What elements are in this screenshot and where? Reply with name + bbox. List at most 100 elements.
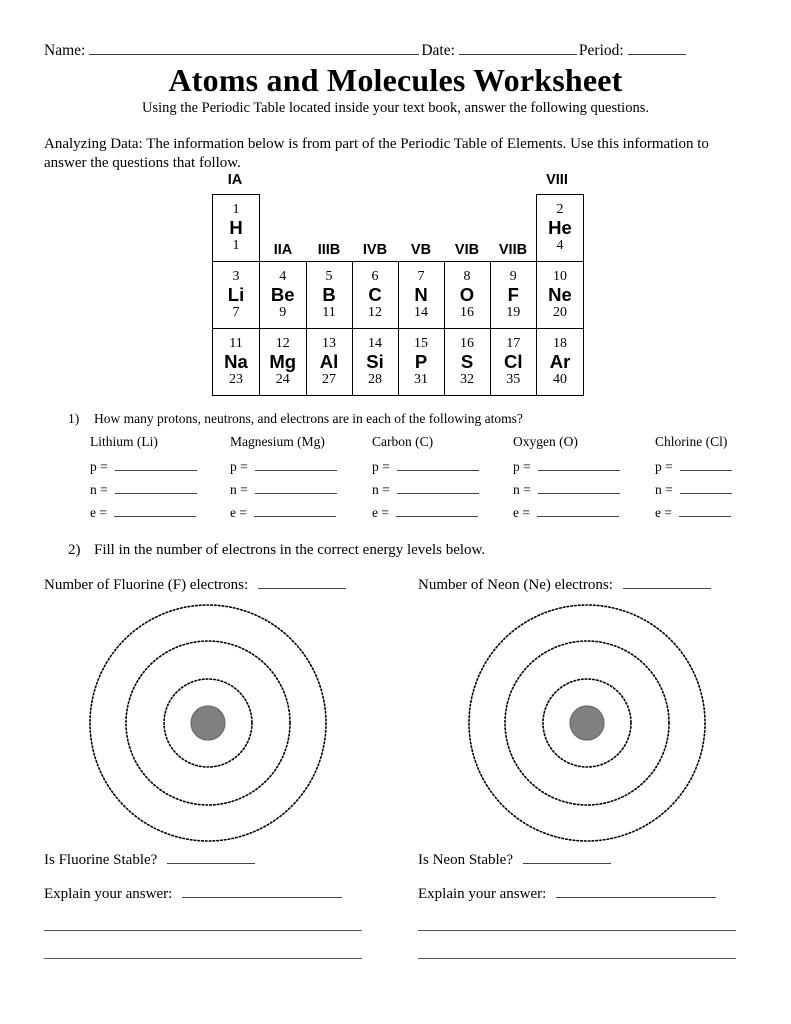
name-blank[interactable] bbox=[89, 54, 420, 55]
atomic-mass: 20 bbox=[553, 304, 567, 320]
protons-row: p = bbox=[90, 459, 198, 475]
atomic-mass: 16 bbox=[460, 304, 474, 320]
atomic-mass: 32 bbox=[460, 371, 474, 387]
protons-blank[interactable] bbox=[680, 470, 733, 471]
neon-stable-blank[interactable] bbox=[522, 863, 611, 864]
atomic-number: 5 bbox=[325, 269, 333, 285]
atomic-number: 7 bbox=[417, 269, 425, 285]
date-blank[interactable] bbox=[458, 54, 577, 55]
answer-column-magnesium: Magnesium (Mg) p = n = e = bbox=[230, 434, 338, 528]
element-cell-c[interactable]: 6 C 12 bbox=[351, 261, 399, 329]
element-cell-f[interactable]: 9 F 19 bbox=[489, 261, 537, 329]
atomic-number: 15 bbox=[414, 336, 428, 352]
electrons-blank[interactable] bbox=[254, 516, 337, 517]
electrons-row: e = bbox=[372, 505, 479, 521]
element-symbol: Ar bbox=[549, 351, 571, 373]
element-symbol: N bbox=[414, 284, 428, 306]
element-cell-na[interactable]: 11 Na 23 bbox=[212, 328, 260, 396]
neutrons-blank[interactable] bbox=[538, 493, 621, 494]
element-symbol: C bbox=[368, 284, 382, 306]
protons-row: p = bbox=[655, 459, 733, 475]
answer-column-lithium: Lithium (Li) p = n = e = bbox=[90, 434, 198, 528]
periodic-table-section: IA VIII 1 H 1 IIA IIIB IVB VB VIB VIIB 2… bbox=[212, 172, 584, 408]
atom-shells-icon bbox=[89, 604, 327, 842]
element-cell-cl[interactable]: 17 Cl 35 bbox=[489, 328, 537, 396]
neutrons-label: n = bbox=[513, 482, 531, 497]
element-symbol: Si bbox=[366, 351, 384, 373]
element-cell-o[interactable]: 8 O 16 bbox=[443, 261, 491, 329]
atomic-mass: 40 bbox=[553, 371, 567, 387]
answer-column-oxygen: Oxygen (O) p = n = e = bbox=[513, 434, 621, 528]
element-cell-be[interactable]: 4 Be 9 bbox=[259, 261, 307, 329]
neutrons-blank[interactable] bbox=[680, 493, 733, 494]
group-label-vb: VB bbox=[410, 242, 432, 258]
atomic-number: 6 bbox=[371, 269, 379, 285]
electrons-blank[interactable] bbox=[396, 516, 479, 517]
fluorine-electron-count-line: Number of Fluorine (F) electrons: bbox=[44, 577, 346, 594]
neon-answer-line-3[interactable] bbox=[418, 958, 736, 959]
element-cell-s[interactable]: 16 S 32 bbox=[443, 328, 491, 396]
neutrons-blank[interactable] bbox=[255, 493, 338, 494]
neutrons-row: n = bbox=[372, 482, 480, 498]
period-blank[interactable] bbox=[627, 54, 686, 55]
atomic-number: 4 bbox=[279, 269, 287, 285]
atomic-number: 3 bbox=[232, 269, 240, 285]
question-1-answer-columns: Lithium (Li) p = n = e = Magnesium (Mg) … bbox=[90, 434, 760, 524]
electrons-blank[interactable] bbox=[679, 516, 732, 517]
element-symbol: B bbox=[322, 284, 336, 306]
neon-electron-count-line: Number of Neon (Ne) electrons: bbox=[418, 577, 711, 594]
worksheet-page: Name: Date: Period: Atoms and Molecules … bbox=[0, 0, 791, 1024]
element-name-label: Chlorine (Cl) bbox=[655, 434, 728, 449]
element-name-label: Magnesium (Mg) bbox=[230, 434, 325, 449]
atomic-mass: 28 bbox=[368, 371, 382, 387]
neutrons-blank[interactable] bbox=[115, 493, 198, 494]
neon-atom-diagram[interactable] bbox=[462, 598, 712, 848]
fluorine-answer-line-2[interactable] bbox=[44, 930, 362, 931]
neon-answer-line-2[interactable] bbox=[418, 930, 736, 931]
electrons-label: e = bbox=[90, 505, 107, 520]
element-cell-h[interactable]: 1 H 1 bbox=[212, 194, 260, 262]
neon-explain-blank[interactable] bbox=[556, 897, 717, 898]
atomic-mass: 23 bbox=[229, 371, 243, 387]
neutrons-row: n = bbox=[513, 482, 621, 498]
element-cell-p[interactable]: 15 P 31 bbox=[397, 328, 445, 396]
element-cell-si[interactable]: 14 Si 28 bbox=[351, 328, 399, 396]
element-cell-he[interactable]: 2 He 4 bbox=[536, 194, 584, 262]
neon-electron-count-label: Number of Neon (Ne) electrons: bbox=[418, 577, 613, 593]
neutrons-blank[interactable] bbox=[397, 493, 480, 494]
fluorine-atom-diagram[interactable] bbox=[83, 598, 333, 848]
answer-column-chlorine: Chlorine (Cl) p = n = e = bbox=[655, 434, 733, 528]
table-row-period-2: 3 Li 7 4 Be 9 5 B 11 6 C 12 7 N 14 8 O 1… bbox=[212, 261, 584, 329]
protons-blank[interactable] bbox=[397, 470, 480, 471]
element-cell-n[interactable]: 7 N 14 bbox=[397, 261, 445, 329]
atomic-number: 8 bbox=[463, 269, 471, 285]
group-label-cell-viib: VIIB bbox=[490, 195, 537, 262]
protons-blank[interactable] bbox=[115, 470, 198, 471]
element-cell-ne[interactable]: 10 Ne 20 bbox=[536, 261, 584, 329]
element-cell-ar[interactable]: 18 Ar 40 bbox=[536, 328, 584, 396]
group-label-ia: IA bbox=[227, 172, 243, 188]
atomic-number: 9 bbox=[509, 269, 517, 285]
protons-blank[interactable] bbox=[538, 470, 621, 471]
atomic-number: 16 bbox=[460, 336, 474, 352]
protons-blank[interactable] bbox=[255, 470, 338, 471]
fluorine-electron-count-blank[interactable] bbox=[257, 588, 346, 589]
group-label-cell-ivb: IVB bbox=[352, 195, 398, 262]
element-cell-li[interactable]: 3 Li 7 bbox=[212, 261, 260, 329]
element-symbol: He bbox=[548, 217, 572, 239]
fluorine-stable-blank[interactable] bbox=[167, 863, 256, 864]
group-label-cell-vb: VB bbox=[398, 195, 444, 262]
neon-electron-count-blank[interactable] bbox=[622, 588, 711, 589]
element-cell-b[interactable]: 5 B 11 bbox=[305, 261, 353, 329]
fluorine-explain-blank[interactable] bbox=[182, 897, 343, 898]
electrons-blank[interactable] bbox=[114, 516, 197, 517]
atomic-number: 14 bbox=[368, 336, 382, 352]
group-label-cell-iia: IIA bbox=[260, 195, 307, 262]
element-cell-al[interactable]: 13 Al 27 bbox=[305, 328, 353, 396]
neutrons-label: n = bbox=[230, 482, 248, 497]
element-cell-mg[interactable]: 12 Mg 24 bbox=[259, 328, 307, 396]
electrons-blank[interactable] bbox=[537, 516, 620, 517]
atomic-mass: 9 bbox=[279, 304, 287, 320]
fluorine-answer-line-3[interactable] bbox=[44, 958, 362, 959]
fluorine-stable-label: Is Fluorine Stable? bbox=[44, 852, 158, 868]
